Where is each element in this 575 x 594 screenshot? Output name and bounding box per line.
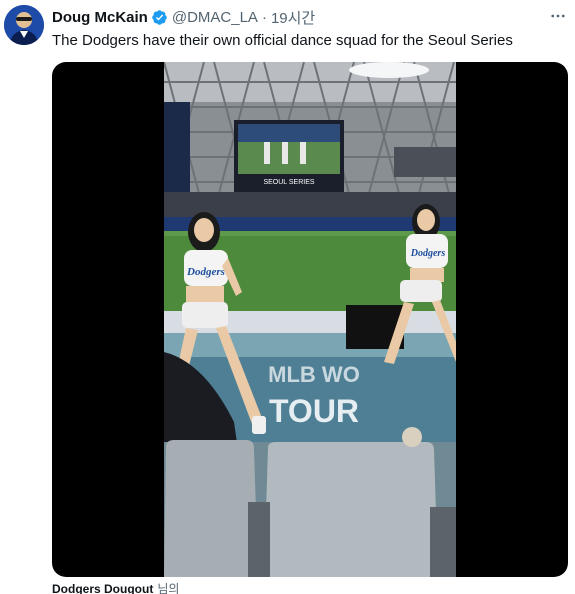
jersey-text-left: Dodgers — [186, 266, 225, 278]
floor-text-line1: MLB WO — [268, 362, 360, 387]
tweet-text: The Dodgers have their own official danc… — [52, 32, 513, 49]
media-source-attribution: Dodgers Dougout 님의 — [52, 582, 179, 594]
more-horizontal-icon — [551, 14, 565, 18]
jersey-text-right: Dodgers — [410, 248, 446, 259]
verified-badge-icon[interactable] — [151, 9, 168, 26]
timestamp[interactable]: 19시간 — [271, 7, 315, 28]
video-frame[interactable]: SEOUL SERIES MLB WO TOUR Dodgers Dodgers — [164, 62, 456, 577]
source-suffix: 님의 — [157, 582, 180, 594]
profile-photo-icon — [4, 5, 44, 45]
tweet-header: Doug McKain @DMAC_LA · 19시간 — [52, 7, 315, 27]
avatar[interactable] — [4, 5, 44, 45]
source-account-link[interactable]: Dodgers Dougout — [52, 582, 153, 594]
video-player[interactable]: SEOUL SERIES MLB WO TOUR Dodgers Dodgers — [52, 62, 568, 577]
more-options-button[interactable] — [548, 6, 568, 26]
floor-text-line2: TOUR — [269, 393, 359, 429]
video-still: SEOUL SERIES MLB WO TOUR Dodgers Dodgers — [164, 62, 456, 577]
separator-dot: · — [261, 8, 267, 26]
scoreboard-caption: SEOUL SERIES — [263, 179, 314, 186]
author-handle[interactable]: @DMAC_LA — [172, 9, 258, 26]
author-display-name[interactable]: Doug McKain — [52, 9, 148, 26]
